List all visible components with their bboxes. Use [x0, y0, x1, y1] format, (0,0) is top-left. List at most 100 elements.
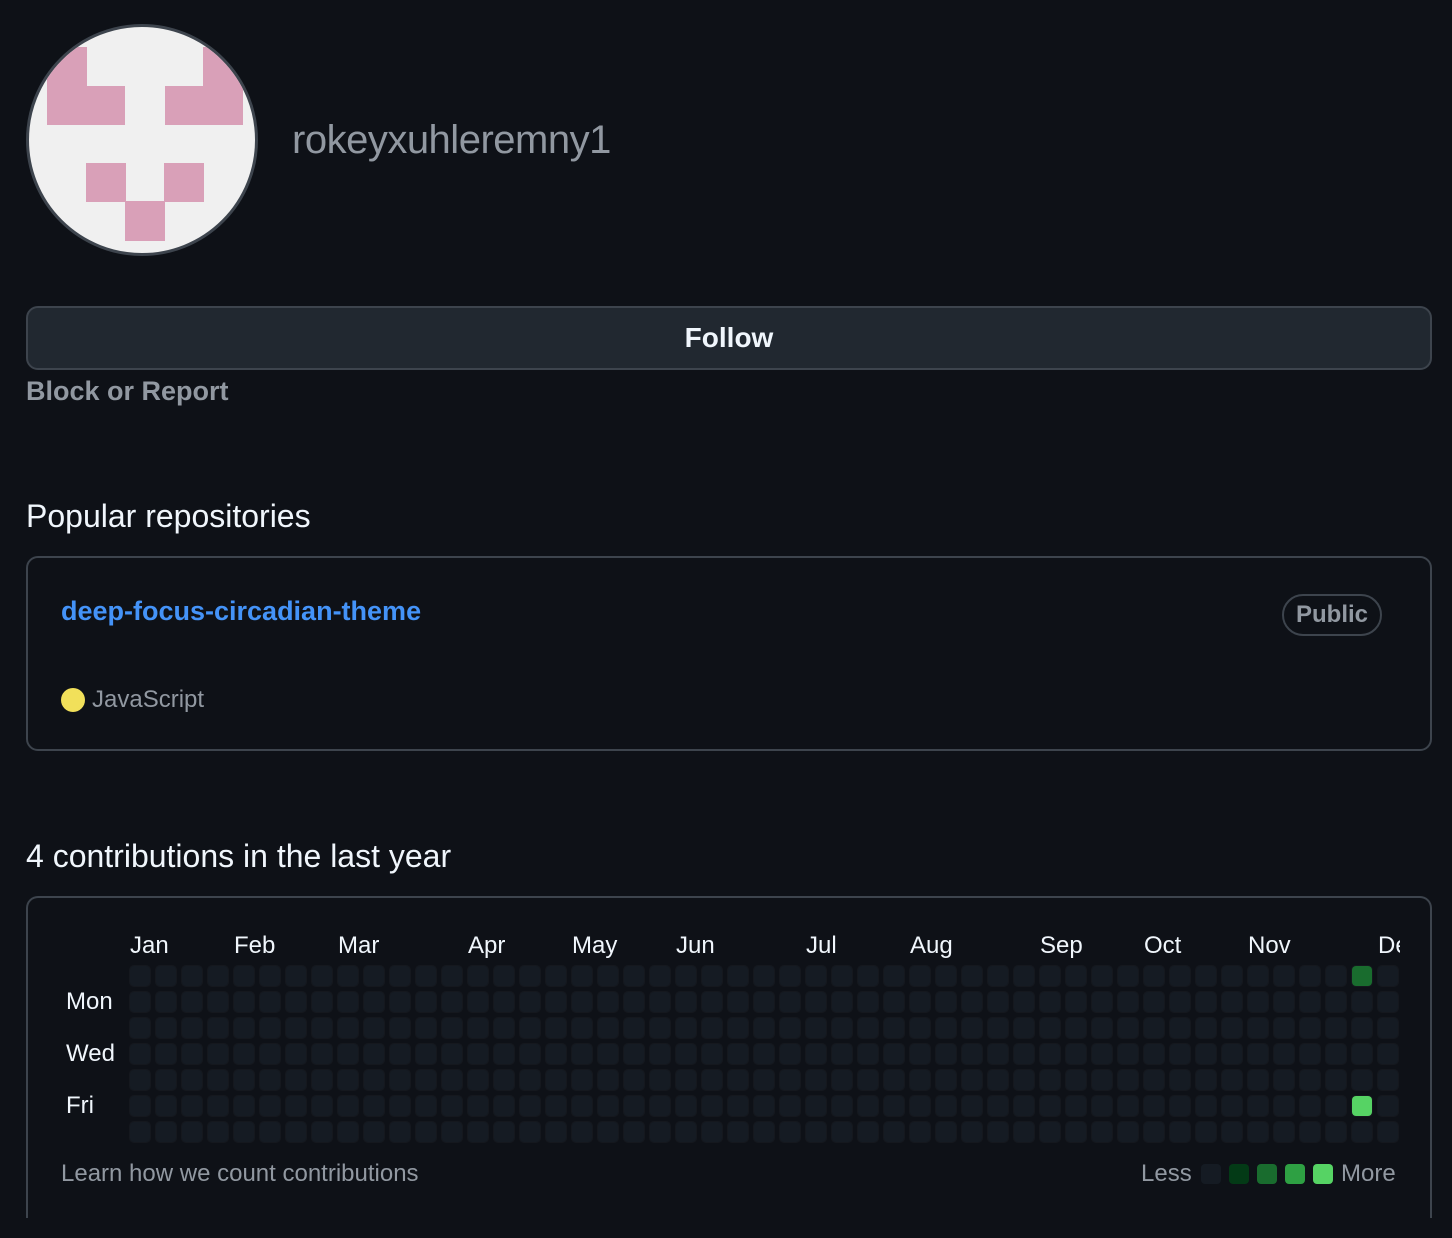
contribution-cell[interactable] [858, 1096, 878, 1116]
contribution-cell[interactable] [286, 1122, 306, 1142]
contribution-cell[interactable] [858, 966, 878, 986]
contribution-cell[interactable] [780, 1044, 800, 1064]
contribution-cell[interactable] [1118, 1018, 1138, 1038]
contribution-cell[interactable] [416, 992, 436, 1012]
contribution-cell[interactable] [208, 1096, 228, 1116]
contribution-cell[interactable] [624, 1122, 644, 1142]
contribution-cell[interactable] [520, 992, 540, 1012]
contribution-cell[interactable] [1222, 1070, 1242, 1090]
contribution-cell[interactable] [1144, 1018, 1164, 1038]
contribution-cell[interactable] [1274, 1070, 1294, 1090]
contribution-cell[interactable] [1040, 1018, 1060, 1038]
block-or-report-link[interactable]: Block or Report [26, 376, 229, 407]
contribution-cell[interactable] [260, 1018, 280, 1038]
contribution-cell[interactable] [780, 966, 800, 986]
contribution-cell[interactable] [260, 992, 280, 1012]
contribution-cell[interactable] [728, 992, 748, 1012]
contribution-cell[interactable] [208, 1018, 228, 1038]
contribution-cell[interactable] [468, 1018, 488, 1038]
contribution-cell[interactable] [1040, 966, 1060, 986]
contribution-cell[interactable] [182, 992, 202, 1012]
contribution-cell[interactable] [182, 1044, 202, 1064]
contribution-cell[interactable] [1352, 1096, 1372, 1116]
contribution-cell[interactable] [1352, 1070, 1372, 1090]
contribution-cell[interactable] [338, 1122, 358, 1142]
contribution-cell[interactable] [364, 966, 384, 986]
contribution-cell[interactable] [884, 1044, 904, 1064]
contribution-cell[interactable] [884, 966, 904, 986]
contribution-cell[interactable] [1378, 992, 1398, 1012]
contribution-cell[interactable] [1248, 1122, 1268, 1142]
contribution-cell[interactable] [546, 992, 566, 1012]
contribution-cell[interactable] [910, 1070, 930, 1090]
contribution-cell[interactable] [390, 1044, 410, 1064]
contribution-cell[interactable] [520, 1018, 540, 1038]
contribution-cell[interactable] [156, 1122, 176, 1142]
contribution-cell[interactable] [442, 1122, 462, 1142]
contribution-cell[interactable] [286, 966, 306, 986]
contribution-cell[interactable] [312, 1044, 332, 1064]
contribution-cell[interactable] [988, 1122, 1008, 1142]
contribution-cell[interactable] [416, 1018, 436, 1038]
contribution-cell[interactable] [1352, 1018, 1372, 1038]
contribution-cell[interactable] [390, 966, 410, 986]
contribution-cell[interactable] [416, 1122, 436, 1142]
contribution-cell[interactable] [1248, 966, 1268, 986]
contribution-cell[interactable] [1248, 1018, 1268, 1038]
contribution-cell[interactable] [650, 1018, 670, 1038]
contribution-cell[interactable] [1014, 1122, 1034, 1142]
contribution-cell[interactable] [676, 1122, 696, 1142]
contribution-cell[interactable] [1222, 966, 1242, 986]
contribution-cell[interactable] [936, 1070, 956, 1090]
contribution-cell[interactable] [1300, 1096, 1320, 1116]
contribution-cell[interactable] [1144, 1070, 1164, 1090]
contribution-cell[interactable] [884, 1122, 904, 1142]
contribution-cell[interactable] [806, 1070, 826, 1090]
contribution-cell[interactable] [858, 1018, 878, 1038]
contribution-cell[interactable] [1144, 1096, 1164, 1116]
contribution-cell[interactable] [754, 1018, 774, 1038]
contribution-cell[interactable] [676, 1018, 696, 1038]
contribution-cell[interactable] [806, 992, 826, 1012]
contribution-cell[interactable] [442, 1096, 462, 1116]
contribution-cell[interactable] [1378, 1070, 1398, 1090]
contribution-cell[interactable] [520, 1096, 540, 1116]
contribution-cell[interactable] [832, 992, 852, 1012]
contribution-cell[interactable] [1170, 1096, 1190, 1116]
contribution-cell[interactable] [1014, 1044, 1034, 1064]
contribution-cell[interactable] [962, 992, 982, 1012]
contribution-cell[interactable] [1196, 1070, 1216, 1090]
contribution-cell[interactable] [806, 966, 826, 986]
contribution-cell[interactable] [1066, 1122, 1086, 1142]
contribution-cell[interactable] [260, 1070, 280, 1090]
contribution-cell[interactable] [624, 1070, 644, 1090]
repo-name-link[interactable]: deep-focus-circadian-theme [61, 596, 421, 627]
contribution-cell[interactable] [1274, 1122, 1294, 1142]
contribution-cell[interactable] [156, 992, 176, 1012]
contribution-cell[interactable] [650, 1070, 670, 1090]
contribution-cell[interactable] [780, 1122, 800, 1142]
contribution-cell[interactable] [676, 1044, 696, 1064]
contribution-cell[interactable] [1326, 1070, 1346, 1090]
contribution-cell[interactable] [572, 966, 592, 986]
contribution-cell[interactable] [468, 1096, 488, 1116]
contribution-cell[interactable] [1118, 992, 1138, 1012]
contribution-cell[interactable] [1222, 992, 1242, 1012]
contribution-cell[interactable] [988, 1018, 1008, 1038]
contribution-cell[interactable] [1092, 1044, 1112, 1064]
contribution-cell[interactable] [1092, 966, 1112, 986]
contribution-cell[interactable] [208, 1044, 228, 1064]
contribution-cell[interactable] [1300, 1044, 1320, 1064]
contribution-cell[interactable] [520, 1070, 540, 1090]
contribution-cell[interactable] [1066, 992, 1086, 1012]
contribution-cell[interactable] [1326, 992, 1346, 1012]
contribution-cell[interactable] [624, 1018, 644, 1038]
contribution-cell[interactable] [598, 992, 618, 1012]
contribution-cell[interactable] [1248, 1070, 1268, 1090]
contribution-cell[interactable] [936, 1044, 956, 1064]
contribution-cell[interactable] [494, 992, 514, 1012]
contribution-cell[interactable] [936, 1096, 956, 1116]
contribution-cell[interactable] [1040, 992, 1060, 1012]
contribution-cell[interactable] [910, 1122, 930, 1142]
contribution-cell[interactable] [312, 1018, 332, 1038]
